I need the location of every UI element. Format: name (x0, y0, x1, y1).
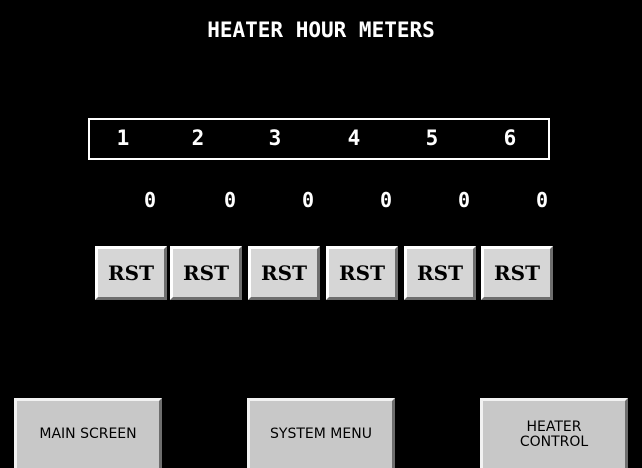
heater-control-label-line-2: CONTROL (519, 433, 589, 450)
reset-button-heater-2[interactable]: RST (170, 246, 242, 300)
heater-number-5: 5 (425, 126, 439, 150)
hour-meter-value-4: 0 (379, 188, 392, 212)
reset-button-heater-3[interactable]: RST (248, 246, 320, 300)
heater-control-button[interactable]: HEATER CONTROL (480, 398, 628, 468)
heater-number-4: 4 (347, 126, 361, 150)
heater-number-6: 6 (503, 126, 517, 150)
page-title: HEATER HOUR METERS (207, 18, 435, 42)
heater-number-3: 3 (268, 126, 282, 150)
heater-control-label-line-1: HEATER (526, 418, 582, 435)
hour-meter-value-3: 0 (301, 188, 314, 212)
hour-meter-value-2: 0 (223, 188, 236, 212)
main-screen-button[interactable]: MAIN SCREEN (14, 398, 162, 468)
reset-button-heater-1[interactable]: RST (95, 246, 167, 300)
hour-meter-value-6: 0 (535, 188, 548, 212)
reset-button-heater-6[interactable]: RST (481, 246, 553, 300)
heater-control-label: HEATER CONTROL (519, 418, 589, 450)
reset-button-heater-5[interactable]: RST (404, 246, 476, 300)
reset-button-heater-4[interactable]: RST (326, 246, 398, 300)
hour-meter-value-1: 0 (143, 188, 156, 212)
heater-number-header: 1 2 3 4 5 6 (88, 118, 550, 160)
heater-number-2: 2 (191, 126, 205, 150)
system-menu-button[interactable]: SYSTEM MENU (247, 398, 395, 468)
hmi-screen: HEATER HOUR METERS 1 2 3 4 5 6 0 0 0 0 0… (0, 0, 642, 468)
hour-meter-value-5: 0 (457, 188, 470, 212)
heater-number-1: 1 (116, 126, 130, 150)
